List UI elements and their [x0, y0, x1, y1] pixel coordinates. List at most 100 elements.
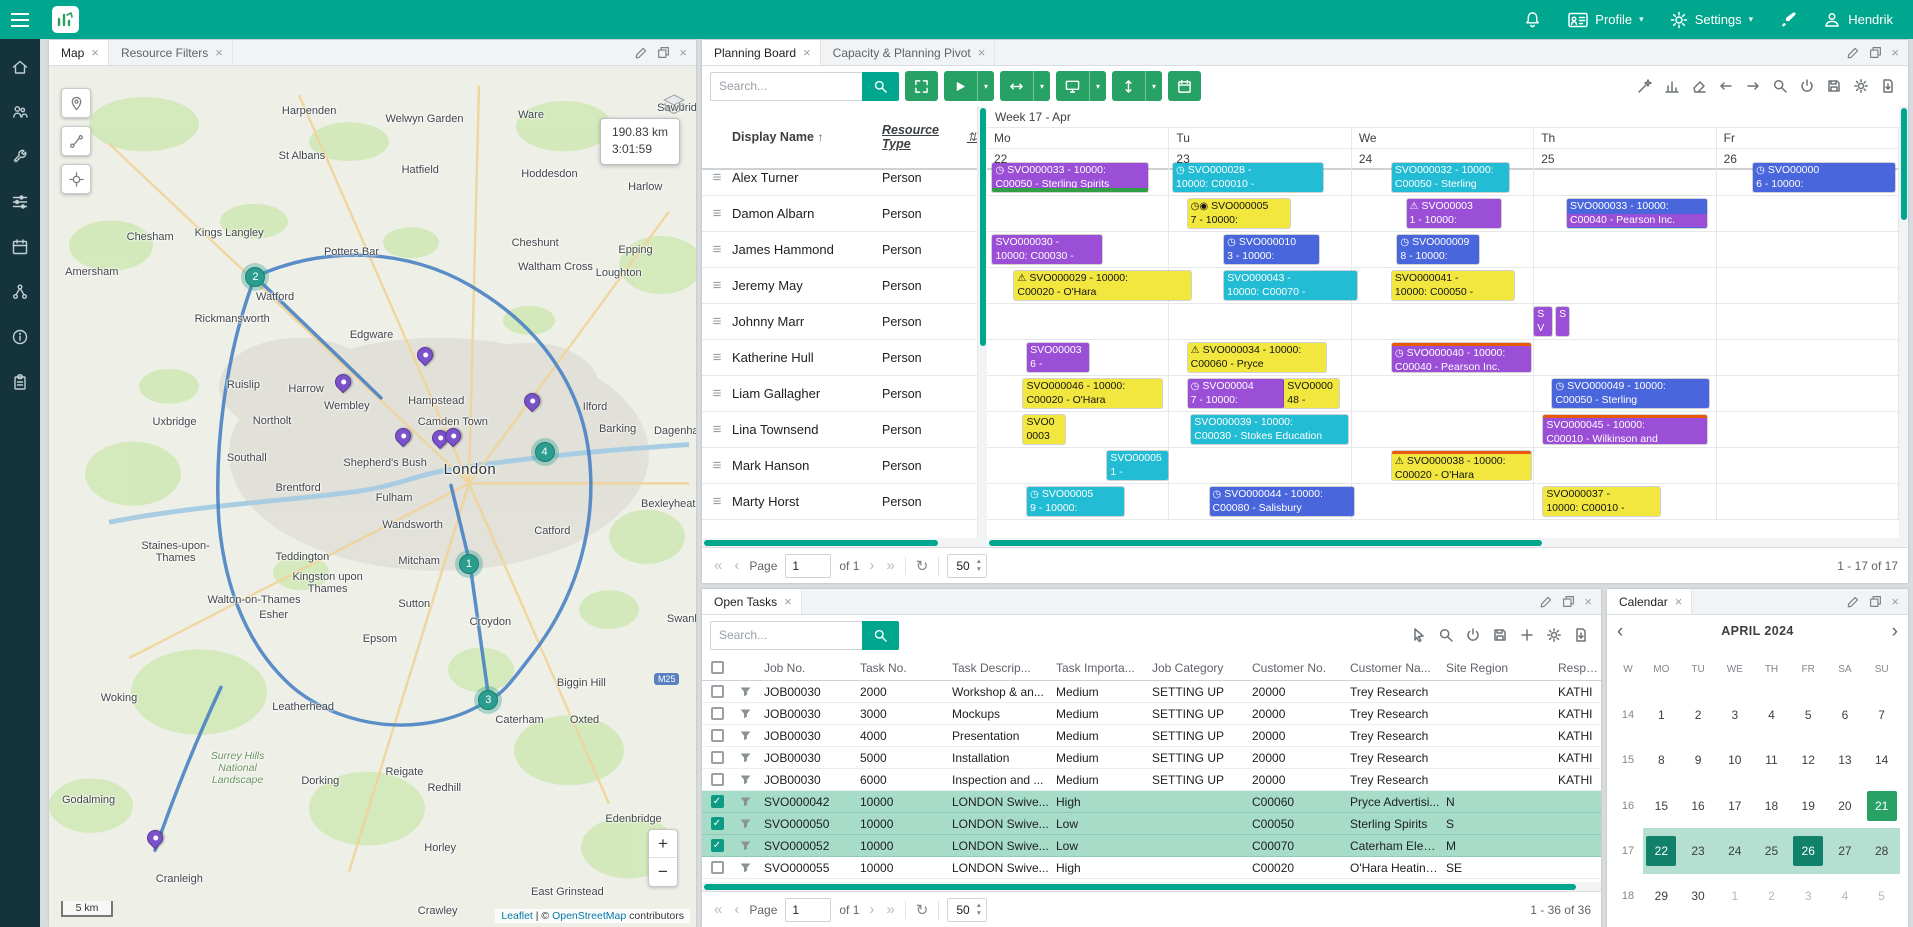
close-icon[interactable]: × [978, 46, 986, 59]
map-canvas[interactable]: HarpendenWelwyn GardenWareSawbridgeSt Al… [49, 66, 696, 927]
schedule-cell[interactable] [1717, 304, 1899, 339]
map-pin-marker[interactable] [445, 428, 461, 450]
page-size-select[interactable]: 50▲▼ [947, 554, 987, 578]
search-icon[interactable] [1438, 627, 1454, 643]
hamburger-menu-icon[interactable] [0, 0, 40, 39]
schedule-cell[interactable] [1169, 448, 1351, 483]
calendar-day[interactable]: 5 [1790, 692, 1827, 737]
resource-row[interactable]: ≡Marty HorstPerson [702, 484, 977, 520]
arrow-left-icon[interactable] [1718, 78, 1734, 94]
drag-handle-icon[interactable]: ≡ [702, 457, 732, 474]
resource-row[interactable]: ≡James HammondPerson [702, 232, 977, 268]
task-bar[interactable]: ◷◉SVO0000057 - 10000: [1188, 199, 1290, 228]
zoom-out-button[interactable]: − [649, 858, 677, 886]
open-tasks-horizontal-scrollbar[interactable] [702, 882, 1601, 891]
edit-panel-icon[interactable] [635, 46, 648, 59]
schedule-cell[interactable] [1717, 268, 1899, 303]
play-button[interactable] [944, 71, 977, 101]
column-header[interactable]: Job Category [1146, 661, 1246, 675]
calendar-day[interactable]: 2 [1680, 692, 1717, 737]
user-menu[interactable]: Hendrik [1823, 11, 1893, 29]
next-month-icon[interactable]: › [1892, 622, 1898, 641]
utilization-chart-icon[interactable] [1664, 78, 1680, 94]
task-bar[interactable]: ⚠SVO000038 - 10000:C00020 - O'Hara [1392, 451, 1531, 480]
drag-handle-icon[interactable]: ≡ [702, 277, 732, 294]
spinner-icon[interactable]: ▲▼ [976, 558, 982, 572]
filter-funnel-icon[interactable] [739, 795, 752, 808]
spinner-icon[interactable]: ▲▼ [976, 902, 982, 916]
calendar-day[interactable]: 9 [1680, 738, 1717, 783]
schedule-cell[interactable] [1717, 376, 1899, 411]
osm-link[interactable]: OpenStreetMap [552, 910, 626, 922]
schedule-cell[interactable] [987, 304, 1169, 339]
map-route-tool-icon[interactable] [61, 126, 91, 156]
row-checkbox[interactable] [711, 795, 724, 808]
schedule-row[interactable]: SVO000051 - ⚠SVO000038 - 10000:C00020 - O… [987, 448, 1899, 484]
sidebar-item-info[interactable] [6, 325, 34, 349]
task-bar[interactable]: SVO000037 -10000: C00010 - [1543, 487, 1660, 516]
row-checkbox[interactable] [711, 773, 724, 786]
resource-row[interactable]: ≡Mark HansonPerson [702, 448, 977, 484]
calendar-day[interactable]: 4 [1827, 874, 1864, 919]
schedule-row[interactable]: SVO000030 -10000: C00030 -◷SVO0000103 - … [987, 232, 1899, 268]
schedule-cell[interactable] [1534, 268, 1716, 303]
column-header[interactable]: Respon... [1552, 661, 1601, 675]
close-panel-icon[interactable]: × [1891, 46, 1899, 59]
close-icon[interactable]: × [784, 595, 792, 608]
schedule-cell[interactable] [1352, 376, 1534, 411]
task-bar[interactable]: ◷SVO0000103 - 10000: [1224, 235, 1319, 264]
resource-row[interactable]: ≡Jeremy MayPerson [702, 268, 977, 304]
page-number-input[interactable] [785, 898, 831, 922]
planner-search-input[interactable] [710, 72, 862, 101]
task-bar[interactable]: ◷SVO000047 - 10000: [1188, 379, 1285, 408]
filter-funnel-icon[interactable] [739, 685, 752, 698]
settings-menu[interactable]: Settings ▾ [1670, 11, 1754, 29]
schedule-cell[interactable] [1534, 448, 1716, 483]
horizontal-options-caret[interactable]: ▾ [1033, 71, 1050, 101]
calendar-day[interactable]: 28 [1863, 828, 1900, 873]
column-header[interactable]: Job No. [758, 661, 854, 675]
popout-panel-icon[interactable] [1869, 595, 1882, 608]
resource-row[interactable]: ≡Damon AlbarnPerson [702, 196, 977, 232]
arrow-right-icon[interactable] [1745, 78, 1761, 94]
map-pin-marker[interactable] [524, 393, 540, 415]
search-button[interactable] [862, 621, 899, 650]
close-panel-icon[interactable]: × [1891, 595, 1899, 608]
task-bar[interactable]: SVO000036 - [1027, 343, 1089, 372]
calendar-button[interactable] [1168, 71, 1201, 101]
drag-handle-icon[interactable]: ≡ [702, 169, 732, 186]
profile-menu[interactable]: Profile ▾ [1568, 12, 1643, 28]
drag-handle-icon[interactable]: ≡ [702, 421, 732, 438]
resource-row[interactable]: ≡Alex TurnerPerson [702, 160, 977, 196]
column-header-display-name[interactable]: Display Name ↑ [732, 130, 882, 144]
zoom-in-button[interactable]: + [649, 830, 677, 858]
drag-handle-icon[interactable]: ≡ [702, 493, 732, 510]
task-row[interactable]: JOB000303000MockupsMediumSETTING UP20000… [702, 703, 1601, 725]
map-center-tool-icon[interactable] [61, 164, 91, 194]
sidebar-item-planning[interactable] [6, 235, 34, 259]
calendar-day[interactable]: 23 [1680, 828, 1717, 873]
calendar-day[interactable]: 1 [1716, 874, 1753, 919]
calendar-day[interactable]: 6 [1827, 692, 1864, 737]
calendar-day[interactable]: 11 [1753, 738, 1790, 783]
scheduler-vertical-scrollbar[interactable] [1899, 106, 1908, 538]
schedule-cell[interactable] [1534, 340, 1716, 375]
export-file-icon[interactable] [1573, 627, 1589, 643]
calendar-day[interactable]: 27 [1827, 828, 1864, 873]
calendar-day[interactable]: 3 [1716, 692, 1753, 737]
task-bar[interactable]: SVO000046 - 10000:C00020 - O'Hara [1023, 379, 1162, 408]
task-bar[interactable]: SVO000051 - [1107, 451, 1167, 480]
task-bar[interactable]: SVO000045 - 10000:C00010 - Wilkinson and [1543, 415, 1707, 444]
schedule-cell[interactable] [1717, 196, 1899, 231]
row-checkbox[interactable] [711, 729, 724, 742]
column-header[interactable]: Task No. [854, 661, 946, 675]
task-bar[interactable]: SVO000048 - [1284, 379, 1339, 408]
map-cluster-marker[interactable]: 1 [455, 550, 483, 578]
map-marker-tool-icon[interactable] [61, 88, 91, 118]
task-bar[interactable]: ◷SVO000044 - 10000:C00080 - Salisbury [1210, 487, 1354, 516]
task-row[interactable]: JOB000302000Workshop & an...MediumSETTIN… [702, 681, 1601, 703]
power-icon[interactable] [1465, 627, 1481, 643]
row-checkbox[interactable] [711, 685, 724, 698]
calendar-day[interactable]: 15 [1643, 783, 1680, 828]
filter-funnel-icon[interactable] [739, 729, 752, 742]
